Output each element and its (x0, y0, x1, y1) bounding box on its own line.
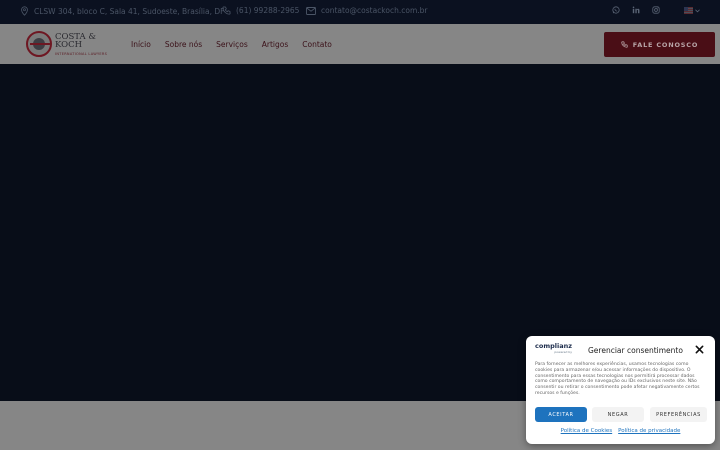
cookie-consent-dialog: complianz powered by Gerenciar consentim… (526, 336, 715, 444)
site-logo[interactable]: COSTA & KOCH INTERNATIONAL LAWYERS (26, 31, 107, 57)
language-switcher[interactable] (684, 7, 700, 14)
complianz-brand-sub: powered by (554, 350, 572, 354)
accept-button[interactable]: ACEITAR (535, 407, 587, 422)
phone-icon (222, 6, 231, 15)
consent-title: Gerenciar consentimento (588, 346, 683, 355)
complianz-brand: complianz (535, 342, 572, 350)
nav-item-artigos[interactable]: Artigos (262, 40, 289, 49)
location-pin-icon (21, 6, 28, 16)
phone-text: (61) 99288-2965 (236, 6, 300, 15)
fale-conosco-button[interactable]: FALE CONOSCO (604, 32, 715, 57)
cookie-policy-link[interactable]: Política de Cookies (561, 428, 613, 434)
mail-icon (306, 6, 316, 15)
address-text: CLSW 304, bloco C, Sala 41, Sudoeste, Br… (34, 6, 225, 16)
social-links (612, 6, 660, 14)
email-item[interactable]: contato@costackoch.com.br (306, 6, 427, 15)
logo-text: COSTA & KOCH INTERNATIONAL LAWYERS (55, 32, 108, 56)
phone-item[interactable]: (61) 99288-2965 (222, 6, 299, 15)
email-text: contato@costackoch.com.br (321, 6, 428, 15)
logo-emblem-icon (26, 31, 52, 57)
consent-policy-links: Política de Cookies Política de privacid… (526, 428, 715, 434)
main-menu: Início Sobre nós Serviços Artigos Contat… (131, 40, 332, 49)
instagram-icon[interactable] (652, 6, 660, 14)
nav-item-sobre-nos[interactable]: Sobre nós (165, 40, 202, 49)
close-icon[interactable] (695, 345, 704, 354)
address-item: CLSW 304, bloco C, Sala 41, Sudoeste, Br… (20, 6, 224, 16)
us-flag-icon (684, 7, 693, 14)
logo-line-2: KOCH (55, 40, 83, 50)
chevron-down-icon (695, 8, 700, 12)
privacy-policy-link[interactable]: Política de privacidade (618, 428, 680, 434)
whatsapp-icon[interactable] (612, 6, 620, 14)
logo-subtitle: INTERNATIONAL LAWYERS (55, 51, 108, 56)
phone-icon (621, 41, 628, 48)
top-info-bar: CLSW 304, bloco C, Sala 41, Sudoeste, Br… (0, 0, 720, 24)
fale-conosco-label: FALE CONOSCO (632, 40, 699, 49)
linkedin-icon[interactable] (632, 6, 640, 14)
nav-item-servicos[interactable]: Serviços (216, 40, 248, 49)
nav-item-contato[interactable]: Contato (302, 40, 332, 49)
preferences-button[interactable]: PREFERÊNCIAS (650, 407, 707, 422)
nav-item-inicio[interactable]: Início (131, 40, 151, 49)
complianz-logo: complianz powered by (535, 342, 572, 355)
consent-description: Para fornecer as melhores experiências, … (535, 362, 700, 396)
main-navbar: COSTA & KOCH INTERNATIONAL LAWYERS Iníci… (0, 24, 720, 64)
deny-button[interactable]: NEGAR (592, 407, 644, 422)
